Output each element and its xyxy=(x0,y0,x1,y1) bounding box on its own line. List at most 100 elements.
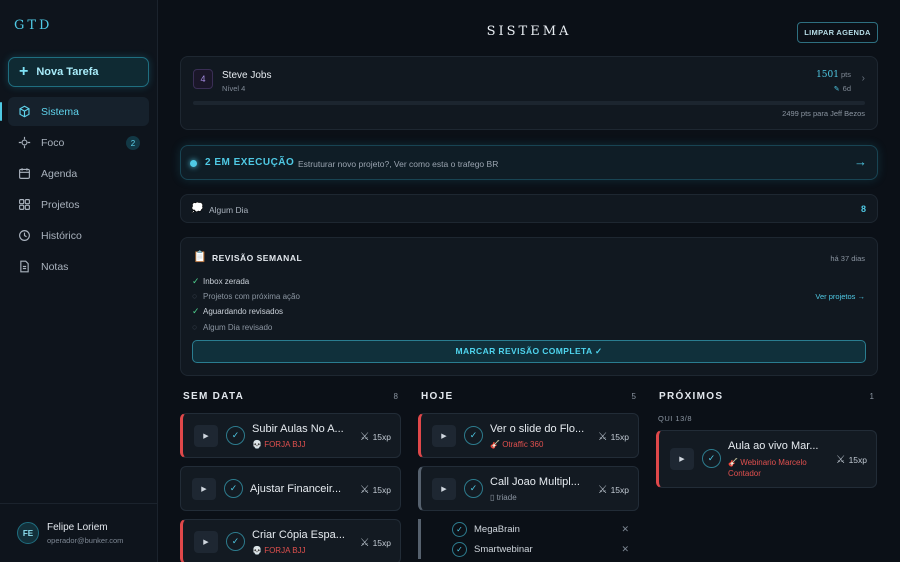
column-title: SEM DATA xyxy=(183,391,245,402)
status-dot-icon xyxy=(190,160,197,167)
subtask-list: ✓ MegaBrain ✕ ✓ Smartwebinar ✕ xyxy=(418,519,639,559)
sidebar-item-projetos[interactable]: Projetos xyxy=(8,190,149,219)
guitar-icon: 🎸 xyxy=(728,458,741,467)
review-item-label: Projetos com próxima ação xyxy=(203,291,300,301)
complete-check-icon[interactable]: ✓ xyxy=(464,426,483,445)
task-card[interactable]: ▶ ✓ Criar Cópia Espa... 💀 FORJA BJJ ⚔ 15x… xyxy=(180,519,401,562)
level-badge: 4 xyxy=(193,69,213,89)
execution-label: 2 EM EXECUÇÃO xyxy=(205,157,295,168)
close-icon[interactable]: ✕ xyxy=(621,544,629,555)
review-check-item[interactable]: ○ Algum Dia revisado xyxy=(192,322,272,332)
task-card[interactable]: ▶ ✓ Aula ao vivo Mar... 🎸 Webinario Marc… xyxy=(656,430,877,488)
points-progress-bar xyxy=(193,101,865,105)
sidebar-item-notas[interactable]: Notas xyxy=(8,252,149,281)
user-profile[interactable]: FE Felipe Loriem operador@bunker.com xyxy=(0,503,157,562)
foco-count-badge: 2 xyxy=(126,136,140,150)
play-icon[interactable]: ▶ xyxy=(670,448,694,470)
clock-icon xyxy=(19,230,30,241)
complete-check-icon[interactable]: ✓ xyxy=(702,449,721,468)
sidebar-item-sistema[interactable]: Sistema xyxy=(0,97,149,126)
execution-banner[interactable]: 2 EM EXECUÇÃO Estruturar novo projeto?, … xyxy=(180,145,878,180)
complete-check-icon[interactable]: ✓ xyxy=(452,521,467,537)
plus-icon: + xyxy=(19,63,29,80)
arrow-right-icon[interactable]: → xyxy=(854,154,867,169)
points-unit: pts xyxy=(840,70,851,79)
column-count: 8 xyxy=(393,392,398,401)
play-icon[interactable]: ▶ xyxy=(192,478,216,500)
sidebar-item-agenda[interactable]: Agenda xyxy=(8,159,149,188)
points-next-goal: 2499 pts para Jeff Bezos xyxy=(782,109,865,118)
task-xp: ⚔ 15xp xyxy=(360,430,391,443)
chevron-right-icon[interactable]: › xyxy=(862,73,865,84)
column-sem-data: SEM DATA 8 ▶ ✓ Subir Aulas No A... 💀 FORJ… xyxy=(180,391,401,562)
complete-check-icon[interactable]: ✓ xyxy=(226,532,245,551)
someday-label: Algum Dia xyxy=(209,205,249,215)
complete-check-icon[interactable]: ✓ xyxy=(464,479,483,498)
task-card[interactable]: ▶ ✓ Ajustar Financeir... ⚔ 15xp xyxy=(180,466,401,511)
task-card[interactable]: ▶ ✓ Subir Aulas No A... 💀 FORJA BJJ ⚔ 15x… xyxy=(180,413,401,458)
play-icon[interactable]: ▶ xyxy=(432,478,456,500)
someday-bar[interactable]: 💭 Algum Dia 8 xyxy=(180,194,878,223)
review-item-label: Aguardando revisados xyxy=(203,307,284,316)
calendar-icon xyxy=(19,168,30,179)
task-project-label: triade xyxy=(496,493,517,502)
see-projects-link[interactable]: Ver projetos → xyxy=(815,292,865,301)
close-icon[interactable]: ✕ xyxy=(621,524,629,535)
sidebar-item-label: Agenda xyxy=(41,167,78,180)
complete-check-icon[interactable]: ✓ xyxy=(452,541,467,557)
task-xp-value: 15xp xyxy=(848,454,867,465)
task-project-label: Otraffic 360 xyxy=(502,440,544,449)
subtask-item[interactable]: ✓ MegaBrain ✕ xyxy=(452,519,639,539)
task-xp-value: 15xp xyxy=(372,537,391,548)
review-item-label: Algum Dia revisado xyxy=(203,322,273,332)
task-xp: ⚔ 15xp xyxy=(836,453,867,466)
thought-bubble-icon: 💭 xyxy=(191,203,204,214)
play-icon[interactable]: ▶ xyxy=(432,425,456,447)
user-name: Felipe Loriem xyxy=(47,521,108,533)
brand-logo: GTD xyxy=(14,18,53,33)
sidebar-item-label: Sistema xyxy=(41,105,79,118)
task-xp: ⚔ 15xp xyxy=(598,483,629,496)
points-value: 1501 pts xyxy=(816,70,851,80)
task-title: Ver o slide do Flo... xyxy=(490,423,585,435)
task-card[interactable]: ▶ ✓ Call Joao Multipl... ▯ triade ⚔ 15xp xyxy=(418,466,639,511)
swords-icon: ⚔ xyxy=(359,484,370,496)
review-check-item[interactable]: ✓ Aguardando revisados xyxy=(192,306,283,317)
review-check-item[interactable]: ✓ Inbox zerada xyxy=(192,276,249,287)
new-task-label: Nova Tarefa xyxy=(36,66,99,78)
document-icon: ▯ xyxy=(490,493,497,502)
profile-card[interactable]: 4 Steve Jobs Nível 4 1501 pts ✎ 6d › 2499 … xyxy=(180,56,878,130)
circle-icon: ○ xyxy=(192,291,198,301)
task-project-label: FORJA BJJ xyxy=(264,440,306,449)
sidebar-item-label: Notas xyxy=(41,260,69,273)
play-icon[interactable]: ▶ xyxy=(194,425,218,447)
task-project-label: Webinario Marcelo Contador xyxy=(728,458,807,478)
sidebar-item-historico[interactable]: Histórico xyxy=(8,221,149,250)
sidebar-nav: Sistema Foco 2 Agenda Projetos Histórico xyxy=(0,97,149,283)
avatar: FE xyxy=(17,522,39,544)
swords-icon: ⚔ xyxy=(359,537,370,549)
review-check-item[interactable]: ○ Projetos com próxima ação xyxy=(192,291,300,301)
streak-value: 6d xyxy=(842,84,851,93)
column-hoje: HOJE 5 ▶ ✓ Ver o slide do Flo... 🎸 Otraff… xyxy=(418,391,639,559)
main-content: SISTEMA LIMPAR AGENDA 4 Steve Jobs Nível… xyxy=(158,0,900,562)
page-title: SISTEMA xyxy=(486,24,572,39)
column-proximos: PRÓXIMOS 1 QUI 13/8 ▶ ✓ Aula ao vivo Mar.… xyxy=(656,391,877,488)
clear-agenda-button[interactable]: LIMPAR AGENDA xyxy=(797,22,878,43)
profile-name: Steve Jobs xyxy=(222,70,272,81)
new-task-button[interactable]: + Nova Tarefa xyxy=(8,57,149,87)
subtask-label: MegaBrain xyxy=(474,523,520,535)
review-item-label: Inbox zerada xyxy=(203,277,250,286)
sidebar: GTD + Nova Tarefa Sistema Foco 2 Agenda … xyxy=(0,0,158,562)
column-count: 5 xyxy=(631,392,636,401)
subtask-item[interactable]: ✓ Smartwebinar ✕ xyxy=(452,539,639,559)
task-card[interactable]: ▶ ✓ Ver o slide do Flo... 🎸 Otraffic 360… xyxy=(418,413,639,458)
complete-check-icon[interactable]: ✓ xyxy=(226,426,245,445)
user-email: operador@bunker.com xyxy=(47,535,124,545)
task-title: Subir Aulas No A... xyxy=(252,423,344,435)
date-group-label: QUI 13/8 xyxy=(658,414,693,423)
complete-check-icon[interactable]: ✓ xyxy=(224,479,243,498)
play-icon[interactable]: ▶ xyxy=(194,531,218,553)
sidebar-item-foco[interactable]: Foco 2 xyxy=(8,128,149,157)
mark-review-complete-button[interactable]: MARCAR REVISÃO COMPLETA ✓ xyxy=(192,340,866,363)
